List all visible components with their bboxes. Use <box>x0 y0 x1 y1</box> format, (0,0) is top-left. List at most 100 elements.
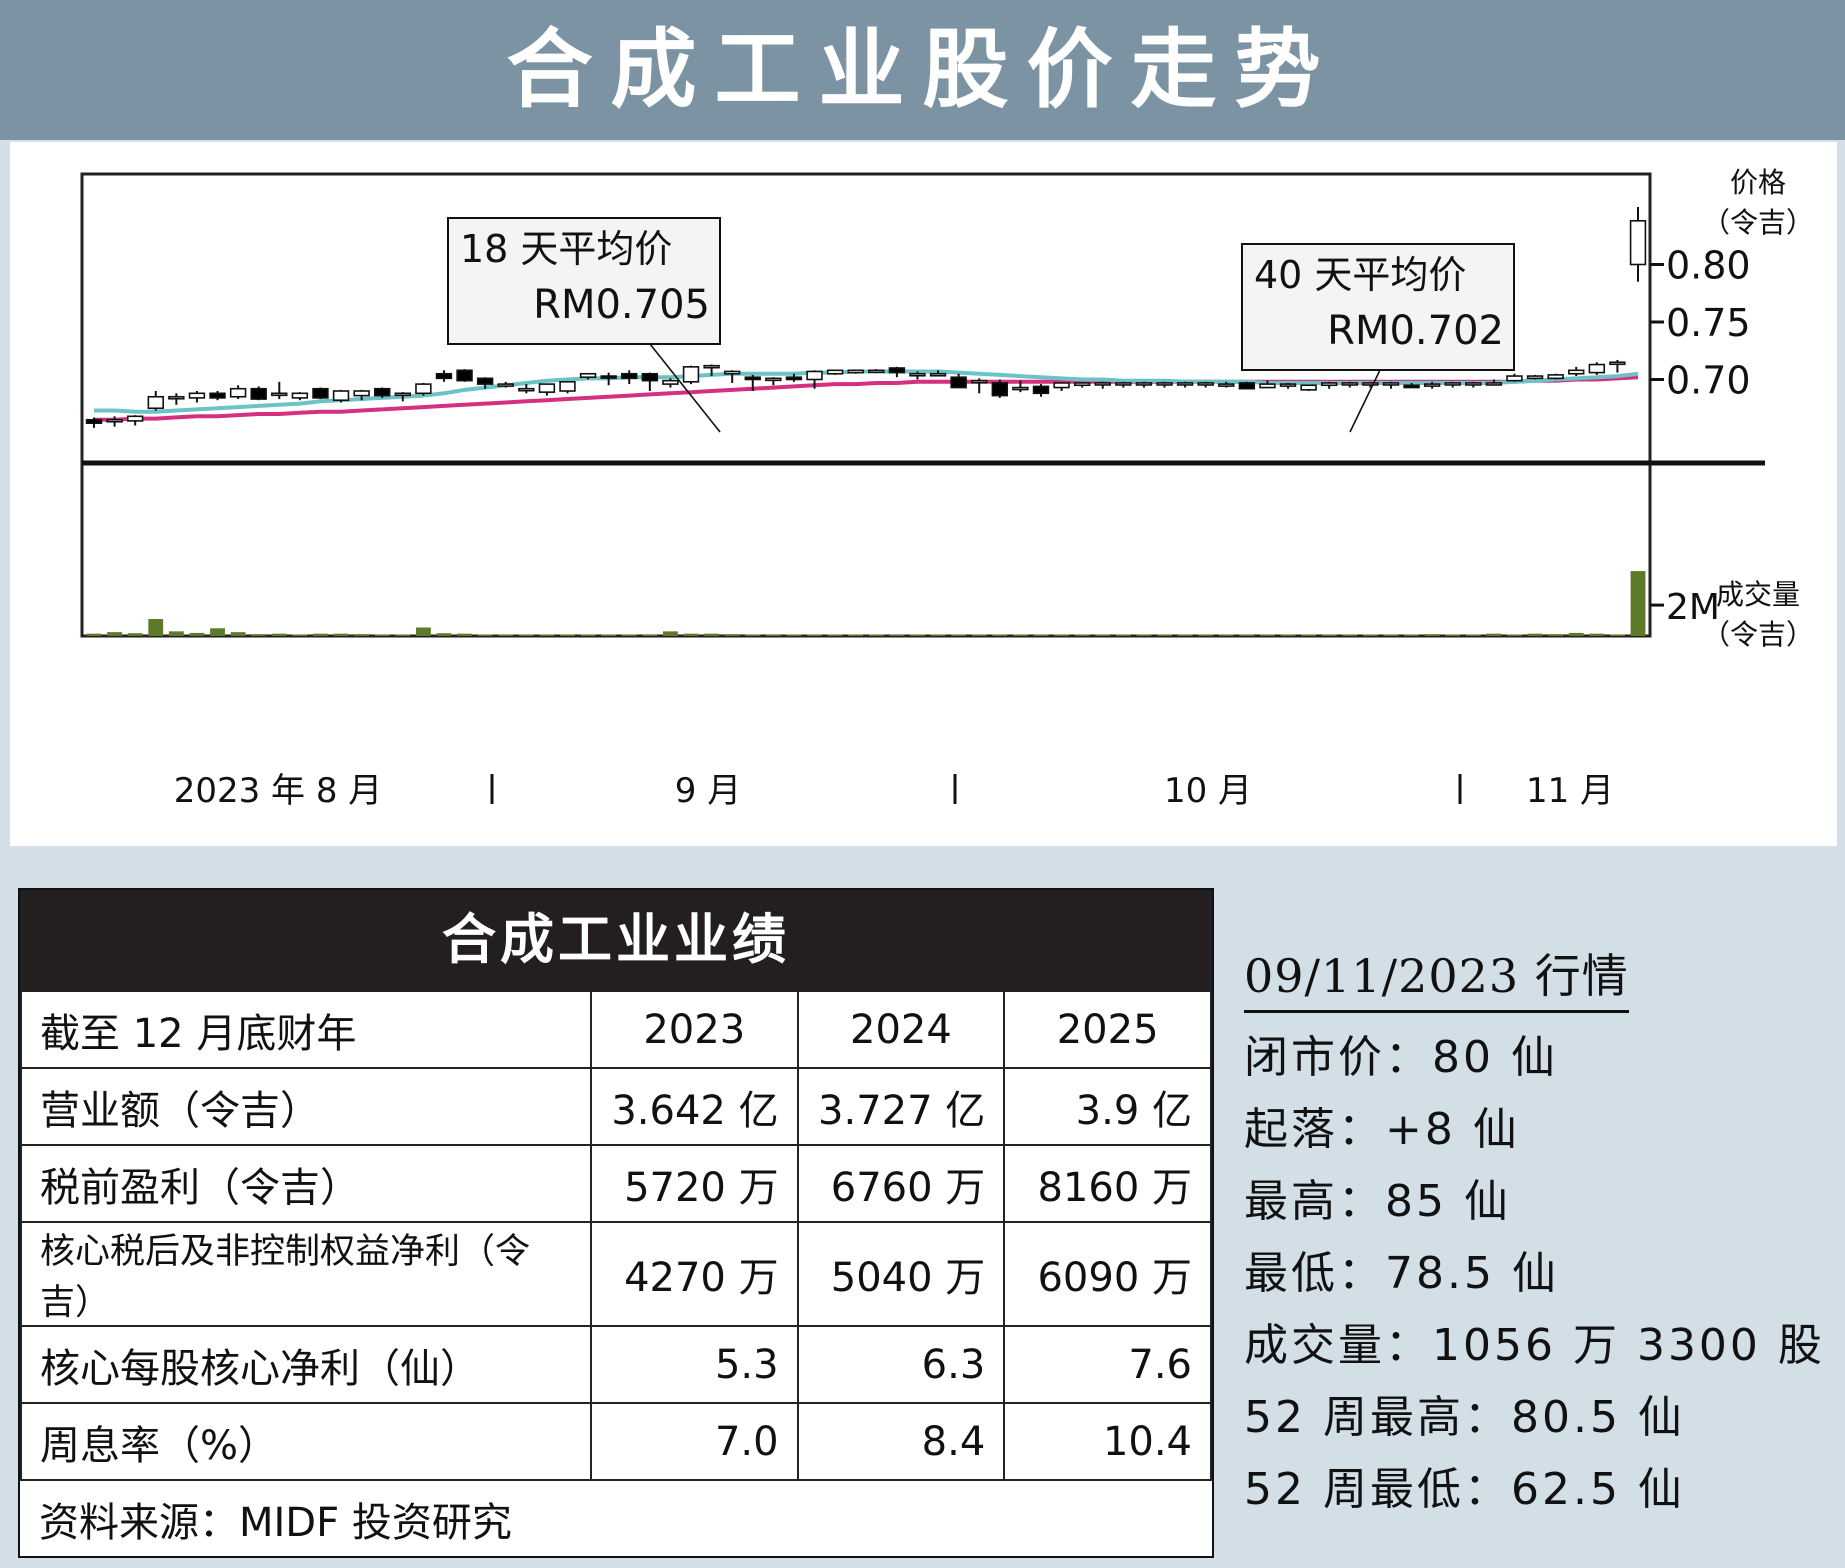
volume-bar <box>148 619 164 636</box>
table-cell: 6090 万 <box>1003 1221 1212 1327</box>
candle-body <box>1547 374 1564 380</box>
candle-body <box>1485 382 1503 386</box>
volume-bar <box>477 634 493 636</box>
candle-body <box>435 372 453 380</box>
volume-bar <box>868 634 884 636</box>
candle-body <box>1465 382 1482 386</box>
volume-bar <box>86 633 102 636</box>
row-label: 核心税后及非控制权益净利（令吉） <box>20 1221 592 1327</box>
row-label: 税前盈利（令吉） <box>20 1144 592 1223</box>
candle-body <box>538 383 556 393</box>
candle-body <box>85 418 103 424</box>
table-cell: 6.3 <box>796 1325 1006 1404</box>
candle-body <box>476 377 494 385</box>
volume-bar <box>1177 634 1193 636</box>
volume-bar <box>1321 634 1337 636</box>
candle-body <box>1053 382 1070 389</box>
row-label: 营业额（令吉） <box>20 1067 592 1146</box>
candle-body <box>1073 382 1091 387</box>
candle-body <box>909 372 926 377</box>
candle-body <box>1568 369 1585 375</box>
candle-body <box>518 387 535 392</box>
volume-bar <box>704 633 720 636</box>
volume-bar <box>1507 634 1522 636</box>
candle-body <box>1341 382 1358 386</box>
source-row: 资料来源：MIDF 投资研究 <box>21 1479 1211 1557</box>
price-tick-label: 0.70 <box>1666 359 1751 403</box>
volume-bar <box>992 634 1008 636</box>
volume-bar <box>1074 634 1090 636</box>
volume-bar <box>1157 634 1172 636</box>
performance-title: 合成工业业绩 <box>20 890 1212 990</box>
volume-bar <box>1610 634 1625 636</box>
volume-bar <box>1301 634 1317 636</box>
x-label: 2023 年 8 月 <box>174 771 383 811</box>
candle-body <box>250 387 267 400</box>
volume-bar <box>457 633 472 636</box>
stock-chart: 0.800.750.70价格（令吉）2M成交量（令吉）18 天平均价RM0.70… <box>80 166 1814 811</box>
candle-body <box>456 369 473 382</box>
volume-bar <box>1260 634 1275 636</box>
candle-body <box>1115 382 1132 386</box>
header-cell: 截至 12 月底财年 <box>20 990 592 1069</box>
volume-bar <box>1218 634 1234 636</box>
candle-body <box>126 415 144 422</box>
volume-bar <box>1054 634 1069 636</box>
volume-bar <box>1095 634 1111 636</box>
table-row: 营业额（令吉） 3.642 亿 3.727 亿 3.9 亿 <box>20 1067 1212 1146</box>
candle-body <box>1403 384 1420 389</box>
candle-body <box>271 392 288 397</box>
candle-body <box>1094 382 1111 386</box>
candle-body <box>1156 382 1173 386</box>
candle-body <box>765 377 782 382</box>
volume-bar <box>107 632 122 636</box>
volume-bar <box>271 633 287 636</box>
volume-bar <box>827 634 843 636</box>
volume-bar <box>683 633 699 636</box>
candle-body <box>868 369 885 374</box>
price-axis-label: 价格 <box>1730 166 1786 199</box>
candle-body <box>312 387 329 399</box>
candle-body <box>950 376 967 389</box>
candle-body <box>1588 363 1606 374</box>
candle-body <box>374 387 391 397</box>
volume-axis-label: 成交量 <box>1716 578 1800 611</box>
ma40-callout-value: RM0.702 <box>1327 308 1504 354</box>
ma40-callout-title: 40 天平均价 <box>1254 253 1466 297</box>
candle-body <box>394 392 412 397</box>
price-tick-label: 0.75 <box>1666 301 1751 345</box>
volume-bar <box>930 634 946 636</box>
volume-bar <box>189 632 205 636</box>
volume-bar <box>745 634 761 636</box>
table-cell: 4270 万 <box>589 1221 799 1327</box>
table-cell: 3.727 亿 <box>796 1067 1006 1146</box>
volume-bar <box>1342 634 1358 636</box>
table-row: 核心每股核心净利（仙） 5.3 6.3 7.6 <box>20 1325 1212 1404</box>
volume-bar <box>1136 634 1152 636</box>
page-title: 合成工业股价走势 <box>506 20 1339 120</box>
candle-body <box>579 372 597 378</box>
performance-table: 截至 12 月底财年 2023 2024 2025 营业额（令吉） 3.642 … <box>20 990 1212 1557</box>
volume-bar <box>1568 632 1584 636</box>
volume-bar <box>807 634 822 636</box>
candle-body <box>682 366 700 383</box>
x-label: 9 月 <box>675 771 741 811</box>
volume-bar <box>1404 634 1419 636</box>
candle-body <box>497 383 514 387</box>
candle-body <box>209 392 226 399</box>
volume-bar <box>168 631 184 636</box>
row-label: 核心每股核心净利（仙） <box>20 1325 592 1404</box>
volume-bar <box>230 632 246 636</box>
volume-bar <box>951 634 967 636</box>
candle-body <box>1176 382 1194 386</box>
volume-axis-unit: （令吉） <box>1702 618 1814 651</box>
volume-bar <box>1486 633 1502 636</box>
volume-bar <box>601 634 617 636</box>
volume-bar <box>498 634 514 636</box>
price-tick-label: 0.80 <box>1666 244 1751 288</box>
quote-date: 09/11/2023 行情 <box>1244 940 1629 1013</box>
volume-bar <box>333 633 349 636</box>
candle-body <box>1362 382 1379 386</box>
candle-body <box>1300 384 1317 391</box>
candle-body <box>1506 375 1523 382</box>
